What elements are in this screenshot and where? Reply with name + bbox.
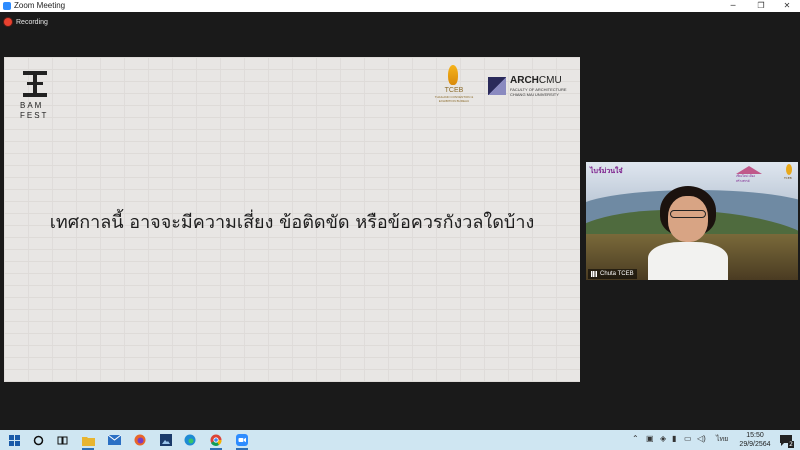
shared-screen-slide: BAM FEST TCEB THAILAND CONVENTION & EXHI… xyxy=(4,57,580,382)
system-clock[interactable]: 15:50 29/9/2564 xyxy=(735,431,775,449)
tceb-logo-text: TCEB xyxy=(444,87,464,94)
windows-taskbar: ⌃ ▣ ◈ ▮ ▭ ◁) ไทย 15:50 29/9/2564 2 xyxy=(0,430,800,450)
edge-icon[interactable] xyxy=(182,432,198,448)
tceb-logo: TCEB THAILAND CONVENTION & EXHIBITION BU… xyxy=(434,65,474,107)
tceb-flame-icon xyxy=(448,65,458,85)
video-logo-right-text: เชียงใหม่ เมืองสร้างสรรค์ xyxy=(736,174,755,183)
tceb-flame-icon xyxy=(786,164,792,175)
teams-icon[interactable]: ▣ xyxy=(646,434,654,443)
slide-headline: เทศกาลนี้ อาจจะมีความเสี่ยง ข้อติดขัด หร… xyxy=(49,212,535,233)
record-dot-icon xyxy=(4,18,12,26)
arch-cmu-name: ARCHCMU xyxy=(510,75,562,86)
recording-label: Recording xyxy=(16,18,48,26)
participant-video-tile[interactable]: ไบร์ม่วนใจ๋ เชียงใหม่ เมืองสร้างสรรค์ TC… xyxy=(586,162,798,280)
bam-logo-line1: BAM xyxy=(20,101,44,110)
cmu-light: CMU xyxy=(538,75,562,86)
speaker-icon[interactable]: ◁) xyxy=(697,434,706,443)
clock-time: 15:50 xyxy=(746,432,764,439)
language-indicator[interactable]: ไทย xyxy=(716,434,728,445)
participant-name: Chuta TCEB xyxy=(600,271,634,277)
video-tceb-logo: TCEB xyxy=(784,164,794,182)
usb-icon[interactable]: ▮ xyxy=(672,434,676,443)
video-tceb-text: TCEB xyxy=(784,176,792,180)
signal-strength-icon xyxy=(591,271,597,277)
chrome-icon[interactable] xyxy=(208,432,224,450)
file-explorer-icon[interactable] xyxy=(80,432,96,450)
mail-icon[interactable] xyxy=(106,432,122,448)
windows-start-icon[interactable] xyxy=(6,432,22,448)
search-circle-icon[interactable] xyxy=(30,432,46,448)
notifications-icon[interactable]: 2 xyxy=(778,432,794,448)
arch-cmu-mark-icon xyxy=(488,77,506,95)
arch-bold: ARCH xyxy=(510,75,539,86)
arch-cmu-logo: ARCHCMU FACULTY OF ARCHITECTURE CHIANG M… xyxy=(488,75,574,99)
firefox-icon[interactable] xyxy=(132,432,148,448)
photos-icon[interactable] xyxy=(158,432,174,448)
video-logo-right: เชียงใหม่ เมืองสร้างสรรค์ xyxy=(736,166,762,183)
participant-nametag: Chuta TCEB xyxy=(588,269,637,279)
participant-person xyxy=(648,186,728,280)
zoom-app-icon xyxy=(3,2,11,10)
video-logo-left: ไบร์ม่วนใจ๋ xyxy=(590,167,623,175)
window-title: Zoom Meeting xyxy=(14,1,66,10)
zoom-icon[interactable] xyxy=(234,432,250,450)
meeting-area: Recording BAM FEST TCEB THAILAND CONVENT… xyxy=(0,12,800,430)
bam-mark-icon xyxy=(23,71,47,97)
tceb-logo-subtitle: THAILAND CONVENTION & EXHIBITION BUREAU xyxy=(434,95,474,103)
bam-fest-logo: BAM FEST xyxy=(20,71,54,131)
arch-cmu-university: CHIANG MAI UNIVERSITY xyxy=(510,92,559,97)
house-icon xyxy=(736,166,762,174)
network-icon[interactable]: ▭ xyxy=(684,434,692,443)
notifications-count: 2 xyxy=(788,441,794,448)
chevron-up-icon[interactable]: ⌃ xyxy=(632,434,639,443)
recording-indicator[interactable]: Recording xyxy=(4,16,48,28)
dropbox-icon[interactable]: ◈ xyxy=(660,434,666,443)
clock-date: 29/9/2564 xyxy=(739,441,771,448)
maximize-button[interactable]: ❐ xyxy=(750,0,772,12)
close-button[interactable]: ✕ xyxy=(776,0,798,12)
bam-logo-line2: FEST xyxy=(20,111,49,120)
window-titlebar: Zoom Meeting ─ ❐ ✕ xyxy=(0,0,800,12)
minimize-button[interactable]: ─ xyxy=(722,0,744,12)
task-view-icon[interactable] xyxy=(54,432,70,448)
glasses-icon xyxy=(670,210,706,218)
